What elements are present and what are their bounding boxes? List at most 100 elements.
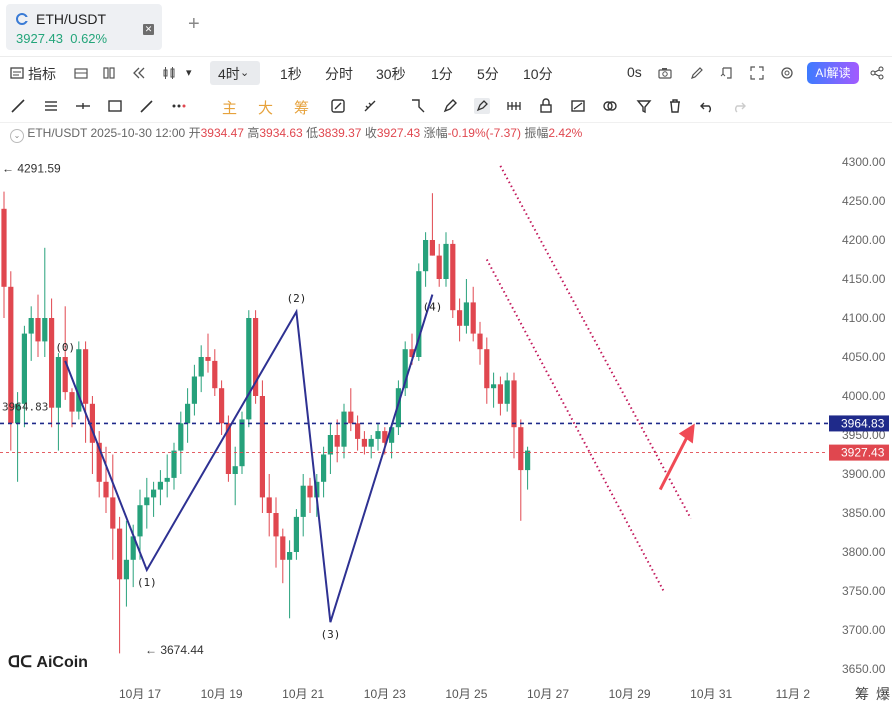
trash-icon[interactable]: [667, 98, 683, 114]
brush-tool-icon[interactable]: [139, 98, 155, 114]
close-icon[interactable]: ✕: [143, 24, 154, 35]
main-chip-tool[interactable]: 主: [222, 97, 237, 118]
candle-body: [327, 435, 333, 455]
interval-1s[interactable]: 1秒: [280, 64, 302, 84]
candle-body: [355, 423, 361, 439]
candle-body: [219, 388, 225, 424]
chip-dist-tool[interactable]: 筹: [294, 97, 309, 118]
candle-body: [484, 349, 490, 389]
x-tick-label: 10月 21: [282, 687, 324, 701]
filter-icon[interactable]: [636, 98, 652, 114]
y-tick-label: 4250.00: [842, 194, 886, 208]
y-tick-label: 4300.00: [842, 155, 886, 169]
template-icon[interactable]: [102, 66, 116, 80]
candle-body: [491, 384, 497, 389]
undo-icon[interactable]: [699, 98, 715, 114]
save-icon[interactable]: [720, 66, 734, 80]
add-tab-icon[interactable]: +: [188, 13, 200, 36]
tab-last-price: 3927.43: [16, 31, 63, 46]
low-label: 低: [306, 126, 319, 140]
x-tick-label: 10月 17: [119, 687, 161, 701]
interval-chevron-icon[interactable]: ⌄: [240, 66, 249, 79]
indicators-button[interactable]: 指标: [28, 64, 56, 84]
liquidation-corner-label[interactable]: 爆: [876, 684, 890, 704]
candle-body: [171, 450, 177, 478]
amplitude-value: 2.42%: [548, 126, 583, 140]
interval-timeshare[interactable]: 分时: [325, 64, 353, 84]
link-icon[interactable]: [602, 98, 618, 114]
candle-body: [273, 513, 279, 537]
symbol-tab[interactable]: ETH/USDT 3927.43 0.62% ✕: [6, 4, 162, 50]
more-icon[interactable]: [171, 98, 187, 114]
candle-body: [266, 497, 272, 513]
candle-body: [423, 240, 429, 272]
share-icon[interactable]: [870, 66, 884, 80]
y-tick-label: 3850.00: [842, 506, 886, 520]
candle-body: [450, 243, 456, 311]
candle-body: [103, 481, 109, 498]
chevron-down-icon[interactable]: ▾: [186, 66, 192, 79]
candle-body: [239, 419, 245, 467]
wave-label: (2): [286, 292, 306, 305]
lock-icon[interactable]: [538, 98, 554, 114]
candle-body: [49, 318, 55, 408]
candle-body: [429, 240, 435, 256]
candle-body: [477, 333, 483, 350]
wave-icon[interactable]: [506, 98, 522, 114]
tab-symbol: ETH/USDT: [36, 11, 106, 27]
candle-body: [246, 318, 252, 420]
hide-icon[interactable]: [570, 98, 586, 114]
ruler-icon[interactable]: [410, 98, 426, 114]
candle-body: [178, 423, 184, 451]
candle-body: [348, 411, 354, 424]
tab-change: 0.62%: [70, 31, 108, 46]
replay-icon[interactable]: [132, 66, 146, 80]
y-tick-label: 4100.00: [842, 311, 886, 325]
candle-body: [300, 485, 306, 517]
interval-5m[interactable]: 5分: [477, 64, 499, 84]
interval-4h[interactable]: 4时: [218, 64, 240, 84]
interval-30s[interactable]: 30秒: [376, 64, 406, 84]
magnet-icon[interactable]: [330, 98, 346, 114]
candle-body: [157, 481, 163, 490]
camera-icon[interactable]: [658, 66, 672, 80]
candle-body: [144, 497, 150, 506]
redo-icon[interactable]: [731, 98, 747, 114]
candle-body: [123, 559, 129, 580]
chip-corner-label[interactable]: 筹: [855, 684, 869, 704]
breakout-arrow-shaft: [658, 436, 689, 491]
layout-icon[interactable]: [74, 66, 88, 80]
candle-body: [21, 333, 27, 404]
candle-body: [110, 497, 116, 529]
ray-tool-icon[interactable]: [75, 98, 91, 114]
tab-price: 3927.43 0.62%: [16, 31, 107, 46]
big-order-tool[interactable]: 大: [258, 97, 273, 118]
candle-type-icon[interactable]: [162, 66, 176, 80]
current-price-tag-text: 3927.43: [841, 446, 885, 460]
candle-body: [191, 376, 197, 404]
change-value: -0.19%(-7.37): [447, 126, 521, 140]
close-label: 收: [364, 126, 377, 140]
candle-body: [83, 349, 89, 404]
edit-icon[interactable]: [690, 66, 704, 80]
candle-body: [321, 454, 327, 482]
ai-analysis-button[interactable]: AI解读: [807, 62, 859, 84]
replay-speed[interactable]: 0s: [627, 64, 642, 80]
rect-tool-icon[interactable]: [107, 98, 123, 114]
hline-tool-icon[interactable]: [43, 98, 59, 114]
pen-icon[interactable]: [442, 98, 458, 114]
x-tick-label: 10月 23: [364, 687, 406, 701]
fullscreen-icon[interactable]: [750, 66, 764, 80]
y-tick-label: 3900.00: [842, 467, 886, 481]
interval-1m[interactable]: 1分: [431, 64, 453, 84]
candle-body: [470, 302, 476, 334]
x-tick-label: 10月 31: [690, 687, 732, 701]
highlighter-icon[interactable]: [474, 98, 490, 114]
candlestick-chart[interactable]: 4300.00 4250.00 4200.00 4150.00 4100.00 4050.…: [0, 140, 892, 704]
indicator-icon[interactable]: [10, 66, 24, 80]
interval-10m[interactable]: 10分: [523, 64, 553, 84]
line-tool-icon[interactable]: [10, 98, 26, 114]
settings-icon[interactable]: [780, 66, 794, 80]
measure-icon[interactable]: [362, 98, 378, 114]
aicoin-logo-text: ᗡᑕ AiCoin: [8, 654, 88, 671]
